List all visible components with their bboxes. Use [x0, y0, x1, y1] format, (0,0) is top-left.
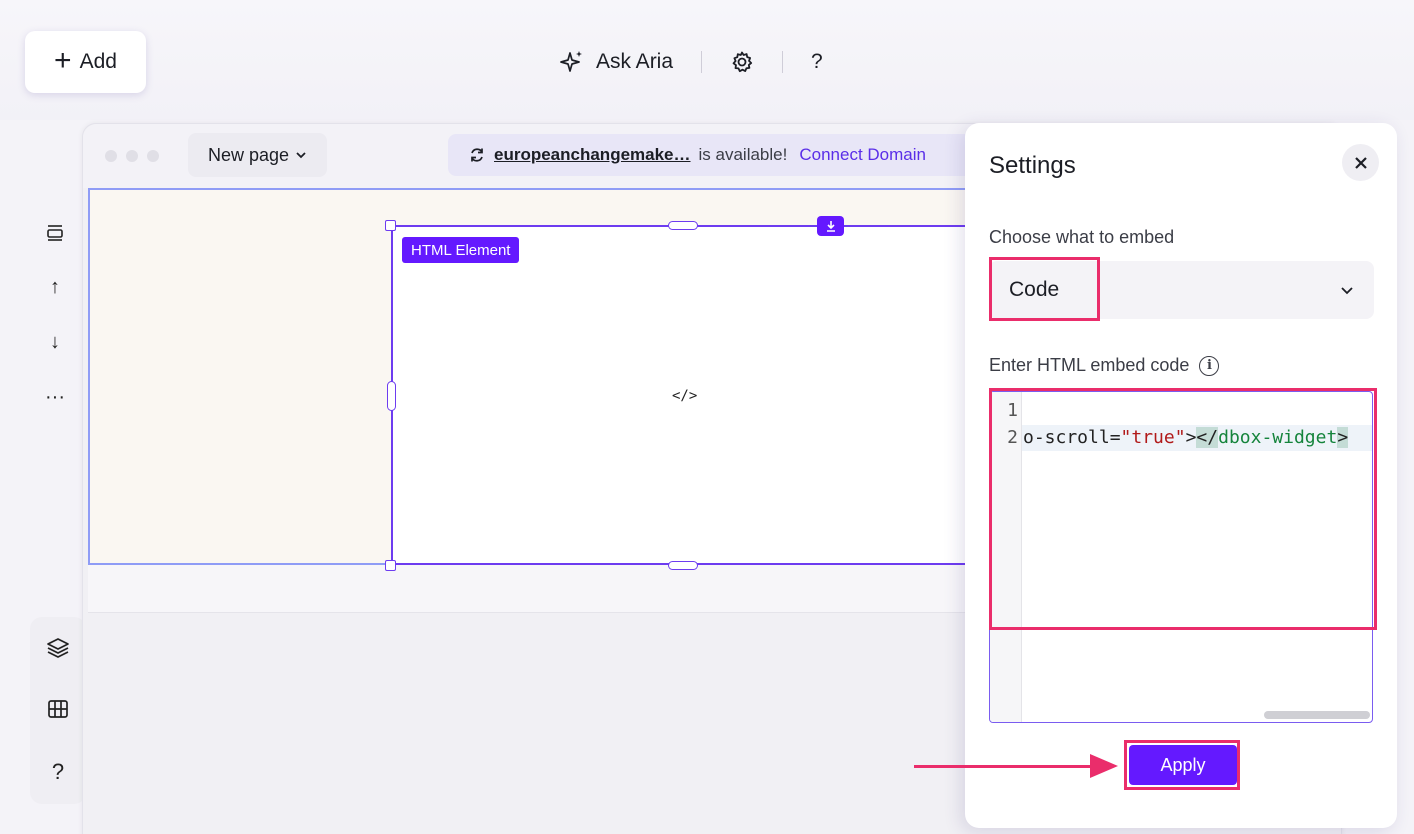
ask-aria-label: Ask Aria	[596, 50, 674, 73]
annotation-highlight-editor	[989, 388, 1377, 630]
page-selector-label: New page	[207, 144, 290, 165]
layout-tool-button[interactable]	[40, 205, 70, 260]
grid-button[interactable]	[47, 698, 69, 720]
layers-button[interactable]	[46, 636, 70, 660]
annotation-arrow	[914, 765, 1094, 768]
add-button[interactable]: + Add	[25, 31, 146, 93]
domain-banner: europeanchangemake… is available! Connec…	[448, 134, 978, 176]
code-icon: </>	[672, 388, 698, 404]
move-down-button[interactable]: ↓	[40, 315, 70, 370]
resize-handle-bottom-left[interactable]	[385, 560, 396, 571]
help-center-button[interactable]: ?	[52, 759, 64, 785]
table-grid-icon	[48, 700, 68, 719]
chevron-down-icon	[296, 152, 306, 159]
divider	[701, 51, 703, 73]
embed-type-label: Choose what to embed	[989, 227, 1175, 247]
more-icon: ···	[45, 386, 65, 408]
horizontal-scrollbar[interactable]	[1264, 711, 1370, 719]
info-icon[interactable]: i	[1199, 355, 1220, 376]
help-label: ?	[811, 50, 823, 73]
resize-handle-top[interactable]	[668, 221, 698, 230]
settings-panel: Settings Choose what to embed Code Enter…	[965, 123, 1397, 828]
plus-icon: +	[54, 43, 72, 77]
connect-domain-link[interactable]: Connect Domain	[799, 145, 926, 165]
resize-handle-top-left[interactable]	[385, 220, 396, 231]
settings-gear-button[interactable]	[730, 50, 754, 74]
chevron-down-icon	[1341, 287, 1353, 295]
section-layout-icon	[47, 224, 63, 241]
move-up-button[interactable]: ↑	[40, 260, 70, 315]
annotation-arrow-head	[1090, 754, 1118, 778]
gear-icon	[732, 51, 753, 73]
section-strip	[88, 565, 988, 613]
help-button[interactable]: ?	[811, 50, 823, 74]
domain-status: is available!	[698, 145, 788, 164]
arrow-down-icon: ↓	[50, 331, 60, 353]
resize-handle-left[interactable]	[387, 381, 396, 411]
left-bottom-panel: ?	[30, 617, 86, 804]
top-toolbar: Ask Aria ?	[560, 44, 823, 80]
stretch-handle[interactable]	[817, 216, 844, 236]
element-tools: ↑ ↓ ···	[40, 205, 70, 425]
more-actions-button[interactable]: ···	[40, 370, 70, 425]
help-label: ?	[51, 758, 65, 784]
resize-handle-bottom[interactable]	[668, 561, 698, 570]
sparkle-icon	[560, 51, 582, 72]
layers-icon	[47, 638, 69, 659]
annotation-highlight-code	[989, 257, 1100, 321]
page-selector[interactable]: New page	[188, 133, 327, 177]
annotation-highlight-apply	[1124, 740, 1240, 790]
ask-aria-button[interactable]: Ask Aria	[560, 50, 673, 74]
window-dots	[105, 150, 159, 162]
divider	[782, 51, 784, 73]
embed-code-label-text: Enter HTML embed code	[989, 355, 1190, 375]
domain-name-link[interactable]: europeanchangemake…	[494, 145, 691, 165]
settings-title: Settings	[989, 152, 1076, 179]
download-icon	[826, 221, 835, 232]
arrow-up-icon: ↑	[50, 276, 60, 298]
sync-icon	[471, 148, 483, 162]
close-button[interactable]	[1342, 144, 1379, 181]
close-icon	[1354, 156, 1367, 169]
embed-code-label: Enter HTML embed code i	[989, 355, 1220, 376]
html-element-tag: HTML Element	[402, 237, 520, 263]
add-button-label: Add	[79, 50, 117, 73]
